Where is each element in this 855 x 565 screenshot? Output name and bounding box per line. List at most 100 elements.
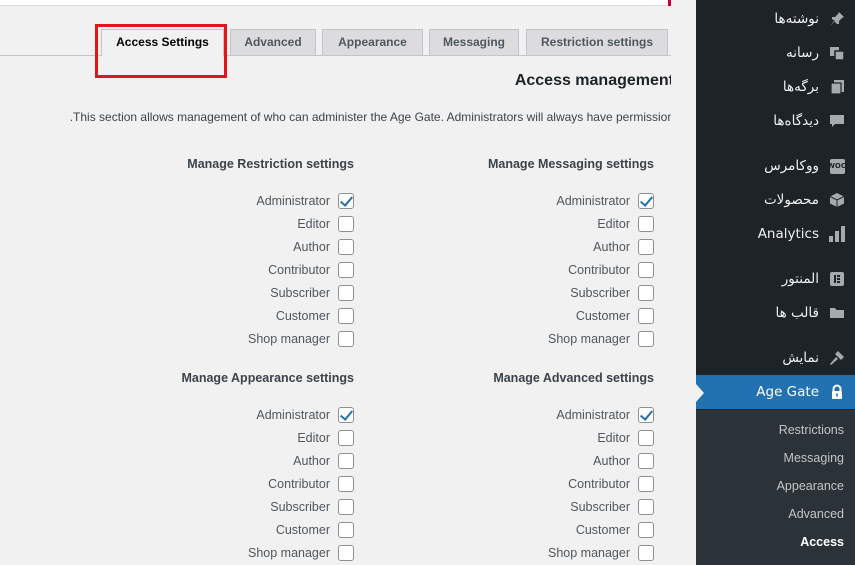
- role-checkbox[interactable]: [338, 522, 354, 538]
- tab-restriction-settings[interactable]: Restriction settings: [526, 29, 668, 56]
- tab-advanced[interactable]: Advanced: [230, 29, 316, 56]
- sidebar-item-label: Analytics: [757, 226, 819, 242]
- sidebar-item-label: دیدگاه‌ها: [773, 113, 819, 129]
- sidebar-item-elementor[interactable]: المنتور: [696, 262, 855, 296]
- woocommerce-icon: WOO: [827, 156, 847, 176]
- role-label: Contributor: [568, 263, 630, 277]
- pin-icon: [827, 9, 847, 29]
- group-manage-restriction: Manage Restriction settings Administrato…: [154, 157, 354, 352]
- age-gate-submenu: Restrictions Messaging Appearance Advanc…: [696, 410, 855, 565]
- group-manage-appearance: Manage Appearance settings Administrator…: [154, 371, 354, 565]
- role-checkbox[interactable]: [638, 430, 654, 446]
- role-checkbox[interactable]: [638, 193, 654, 209]
- role-row-subscriber: Subscriber: [570, 284, 654, 302]
- role-checkbox[interactable]: [338, 545, 354, 561]
- role-checkbox[interactable]: [338, 476, 354, 492]
- role-row-customer: Customer: [276, 521, 354, 539]
- role-checkbox[interactable]: [638, 308, 654, 324]
- role-row-contributor: Contributor: [268, 261, 354, 279]
- role-checkbox[interactable]: [638, 453, 654, 469]
- role-row-customer: Customer: [276, 307, 354, 325]
- tab-messaging[interactable]: Messaging: [429, 29, 519, 56]
- role-label: Subscriber: [270, 500, 330, 514]
- role-row-subscriber: Subscriber: [570, 498, 654, 516]
- admin-sidebar: نوشته‌ها رسانه برگه‌ها دیدگاه‌ها ووکامرس…: [696, 0, 855, 565]
- role-checkbox[interactable]: [638, 262, 654, 278]
- submenu-restrictions[interactable]: Restrictions: [779, 423, 844, 437]
- role-checkbox[interactable]: [338, 407, 354, 423]
- role-checkbox[interactable]: [338, 285, 354, 301]
- role-row-subscriber: Subscriber: [270, 284, 354, 302]
- role-checkbox[interactable]: [638, 499, 654, 515]
- sidebar-item-label: برگه‌ها: [782, 79, 819, 95]
- role-label: Administrator: [256, 194, 330, 208]
- role-checkbox[interactable]: [638, 545, 654, 561]
- sidebar-item-products[interactable]: محصولات: [696, 183, 855, 217]
- group-title: Manage Messaging settings: [487, 157, 654, 171]
- role-checkbox[interactable]: [338, 216, 354, 232]
- role-label: Shop manager: [547, 332, 630, 346]
- tab-access-settings[interactable]: Access Settings: [101, 29, 224, 57]
- role-row-administrator: Administrator: [556, 192, 654, 210]
- role-checkbox[interactable]: [338, 193, 354, 209]
- group-manage-messaging: Manage Messaging settings Administrator …: [454, 157, 654, 352]
- role-row-administrator: Administrator: [256, 192, 354, 210]
- role-checkbox[interactable]: [338, 331, 354, 347]
- role-checkbox[interactable]: [338, 262, 354, 278]
- role-label: Author: [593, 240, 630, 254]
- role-checkbox[interactable]: [638, 331, 654, 347]
- sidebar-item-analytics[interactable]: Analytics: [696, 217, 855, 251]
- role-label: Subscriber: [570, 500, 630, 514]
- role-label: Contributor: [268, 263, 330, 277]
- page-description: .This section allows management of who c…: [69, 110, 674, 124]
- role-checkbox[interactable]: [638, 239, 654, 255]
- sidebar-item-templates[interactable]: قالب ها: [696, 296, 855, 330]
- sidebar-item-posts[interactable]: نوشته‌ها: [696, 2, 855, 36]
- submenu-access[interactable]: Access: [800, 535, 844, 549]
- group-manage-advanced: Manage Advanced settings Administrator E…: [454, 371, 654, 565]
- submenu-advanced[interactable]: Advanced: [788, 507, 844, 521]
- role-checkbox[interactable]: [338, 430, 354, 446]
- role-row-editor: Editor: [597, 215, 654, 233]
- group-title: Manage Appearance settings: [181, 371, 354, 385]
- tab-appearance[interactable]: Appearance: [322, 29, 423, 56]
- role-row-author: Author: [593, 238, 654, 256]
- products-icon: [827, 190, 847, 210]
- sidebar-item-woocommerce[interactable]: ووکامرس WOO: [696, 149, 855, 183]
- role-row-editor: Editor: [597, 429, 654, 447]
- role-row-author: Author: [293, 238, 354, 256]
- role-checkbox[interactable]: [638, 522, 654, 538]
- woo-icon-text: WOO: [827, 158, 847, 174]
- sidebar-item-appearance[interactable]: نمایش: [696, 341, 855, 375]
- role-checkbox[interactable]: [338, 499, 354, 515]
- sidebar-item-comments[interactable]: دیدگاه‌ها: [696, 104, 855, 138]
- role-row-shop-manager: Shop manager: [248, 330, 354, 348]
- sidebar-item-media[interactable]: رسانه: [696, 36, 855, 70]
- sidebar-item-label: قالب ها: [775, 305, 819, 321]
- role-checkbox[interactable]: [638, 407, 654, 423]
- submenu-appearance[interactable]: Appearance: [777, 479, 844, 493]
- role-row-editor: Editor: [297, 429, 354, 447]
- settings-tabs: Access Settings Advanced Appearance Mess…: [0, 29, 671, 57]
- role-label: Customer: [275, 309, 330, 323]
- role-checkbox[interactable]: [638, 476, 654, 492]
- role-checkbox[interactable]: [638, 216, 654, 232]
- top-notice-strip: [0, 0, 668, 6]
- role-label: Editor: [597, 431, 630, 445]
- folder-icon: [827, 303, 847, 323]
- role-checkbox[interactable]: [638, 285, 654, 301]
- role-label: Subscriber: [570, 286, 630, 300]
- role-row-administrator: Administrator: [556, 406, 654, 424]
- media-icon: [827, 43, 847, 63]
- sidebar-item-age-gate[interactable]: Age Gate: [696, 375, 855, 409]
- role-checkbox[interactable]: [338, 453, 354, 469]
- sidebar-item-label: نمایش: [782, 350, 819, 366]
- submenu-messaging[interactable]: Messaging: [784, 451, 844, 465]
- role-checkbox[interactable]: [338, 308, 354, 324]
- sidebar-item-label: محصولات: [763, 192, 819, 208]
- sidebar-item-label: رسانه: [786, 45, 819, 61]
- sidebar-item-pages[interactable]: برگه‌ها: [696, 70, 855, 104]
- role-checkbox[interactable]: [338, 239, 354, 255]
- pages-icon: [827, 77, 847, 97]
- role-row-contributor: Contributor: [568, 475, 654, 493]
